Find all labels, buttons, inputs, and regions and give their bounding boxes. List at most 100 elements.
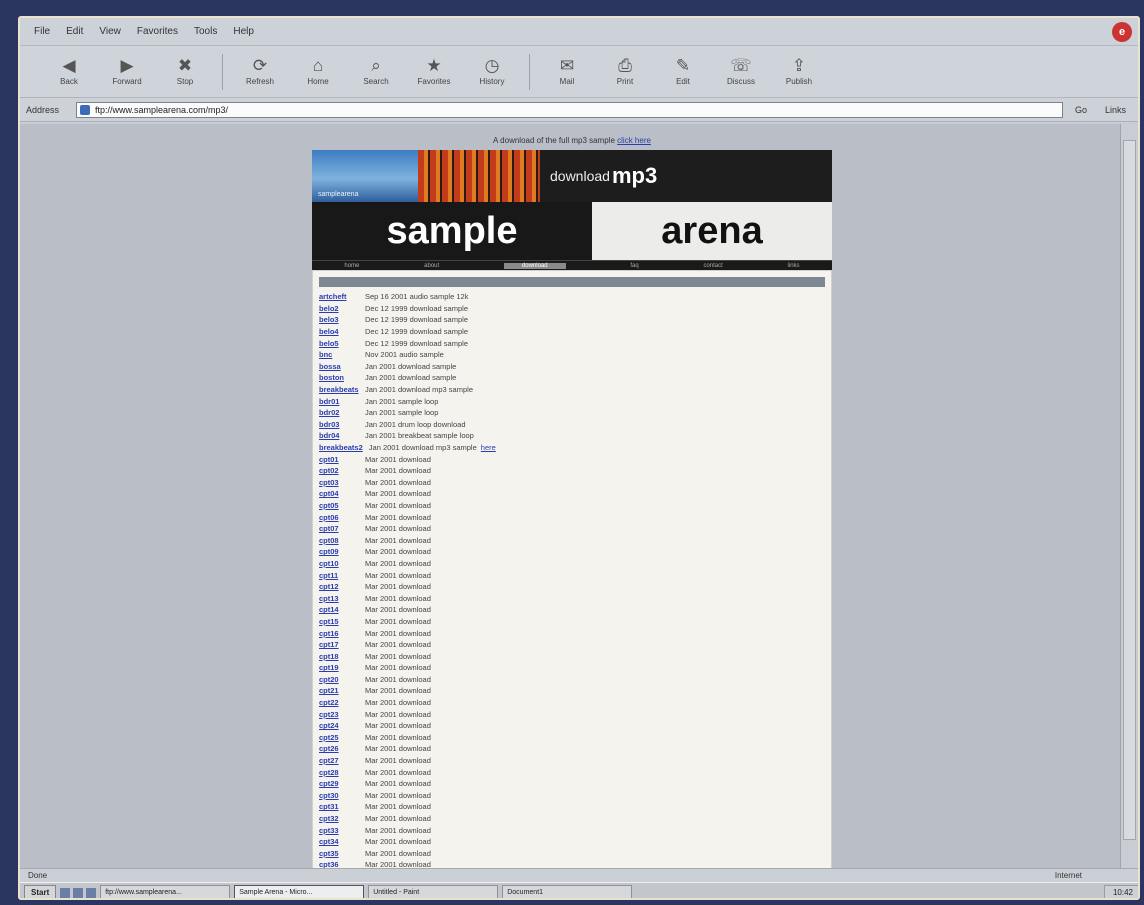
file-link[interactable]: breakbeats	[319, 384, 359, 395]
file-link[interactable]: belo3	[319, 314, 359, 325]
links-button[interactable]: Links	[1099, 105, 1132, 115]
start-button[interactable]: Start	[24, 884, 57, 898]
file-link[interactable]: cpt20	[319, 674, 359, 685]
file-link[interactable]: cpt05	[319, 500, 359, 511]
site-nav-item[interactable]: download	[503, 262, 566, 269]
file-link[interactable]: cpt19	[319, 662, 359, 673]
file-link[interactable]: cpt35	[319, 848, 359, 859]
back-button[interactable]: ◀ Back	[44, 50, 94, 94]
list-item: bdr04 Jan 2001 breakbeat sample loop	[319, 430, 825, 442]
site-nav-item[interactable]: links	[788, 263, 800, 269]
menu-view[interactable]: View	[99, 26, 121, 37]
file-link[interactable]: cpt30	[319, 790, 359, 801]
file-info: Jan 2001 sample loop	[365, 408, 439, 418]
file-link[interactable]: cpt10	[319, 558, 359, 569]
file-link[interactable]: cpt04	[319, 488, 359, 499]
menu-tools[interactable]: Tools	[194, 26, 217, 37]
publish-button[interactable]: ⇪ Publish	[774, 50, 824, 94]
file-info: Mar 2001 download	[365, 512, 431, 522]
file-link[interactable]: cpt29	[319, 778, 359, 789]
file-link[interactable]: cpt27	[319, 755, 359, 766]
file-link[interactable]: bdr02	[319, 407, 359, 418]
file-link[interactable]: cpt08	[319, 535, 359, 546]
file-link[interactable]: cpt22	[319, 697, 359, 708]
taskbar-task[interactable]: Sample Arena - Micro...	[234, 884, 365, 898]
file-link[interactable]: cpt33	[319, 825, 359, 836]
file-info: Mar 2001 download	[365, 605, 431, 615]
search-button[interactable]: ⌕ Search	[351, 50, 401, 94]
forward-button[interactable]: ▶ Forward	[102, 50, 152, 94]
waves-logo[interactable]: samplearena	[312, 150, 418, 202]
file-link[interactable]: cpt31	[319, 801, 359, 812]
quicklaunch-desktop-icon[interactable]	[60, 887, 71, 898]
windows-taskbar: Start ftp://www.samplearena... Sample Are…	[20, 882, 1138, 898]
menu-edit[interactable]: Edit	[66, 26, 83, 37]
stop-button[interactable]: ✖ Stop	[160, 50, 210, 94]
scrollbar-thumb[interactable]	[1123, 140, 1136, 840]
list-item: cpt14 Mar 2001 download	[319, 604, 825, 616]
file-link[interactable]: cpt09	[319, 546, 359, 557]
file-link[interactable]: cpt28	[319, 767, 359, 778]
quicklaunch-browser-icon[interactable]	[73, 887, 84, 898]
file-link[interactable]: cpt11	[319, 570, 359, 581]
file-link[interactable]: belo5	[319, 338, 359, 349]
mail-button[interactable]: ✉ Mail	[542, 50, 592, 94]
file-link[interactable]: cpt25	[319, 732, 359, 743]
menu-help[interactable]: Help	[233, 26, 254, 37]
file-link[interactable]: belo4	[319, 326, 359, 337]
file-link[interactable]: cpt12	[319, 581, 359, 592]
file-link[interactable]: cpt14	[319, 604, 359, 615]
edit-button[interactable]: ✎ Edit	[658, 50, 708, 94]
file-link[interactable]: cpt34	[319, 836, 359, 847]
file-link[interactable]: bdr04	[319, 430, 359, 441]
menu-favorites[interactable]: Favorites	[137, 26, 178, 37]
file-link[interactable]: breakbeats2	[319, 442, 363, 453]
file-link[interactable]: cpt02	[319, 465, 359, 476]
file-link[interactable]: artcheft	[319, 291, 359, 302]
refresh-button[interactable]: ⟳ Refresh	[235, 50, 285, 94]
taskbar-task[interactable]: ftp://www.samplearena...	[100, 884, 231, 898]
file-link[interactable]: bnc	[319, 349, 359, 360]
address-input[interactable]: ftp://www.samplearena.com/mp3/	[76, 101, 1063, 118]
menu-file[interactable]: File	[34, 26, 50, 37]
file-link[interactable]: bdr01	[319, 396, 359, 407]
file-link[interactable]: cpt01	[319, 454, 359, 465]
taskbar-task[interactable]: Untitled - Paint	[368, 884, 499, 898]
top-note-link[interactable]: click here	[617, 136, 651, 145]
file-link[interactable]: cpt13	[319, 593, 359, 604]
discuss-button[interactable]: ☏ Discuss	[716, 50, 766, 94]
file-link[interactable]: cpt26	[319, 743, 359, 754]
quicklaunch-mail-icon[interactable]	[86, 887, 97, 898]
file-link[interactable]: bdr03	[319, 419, 359, 430]
site-nav-item[interactable]: about	[424, 263, 439, 269]
file-link[interactable]: cpt17	[319, 639, 359, 650]
home-button[interactable]: ⌂ Home	[293, 50, 343, 94]
file-link[interactable]: cpt07	[319, 523, 359, 534]
file-link[interactable]: cpt24	[319, 720, 359, 731]
file-link[interactable]: cpt15	[319, 616, 359, 627]
file-info: Mar 2001 download	[365, 790, 431, 800]
file-info: Mar 2001 download	[365, 477, 431, 487]
history-button[interactable]: ◷ History	[467, 50, 517, 94]
list-item: cpt27 Mar 2001 download	[319, 755, 825, 767]
file-link[interactable]: cpt16	[319, 628, 359, 639]
file-link[interactable]: cpt03	[319, 477, 359, 488]
list-item: cpt23 Mar 2001 download	[319, 708, 825, 720]
file-extra-link[interactable]: here	[481, 442, 496, 453]
file-link[interactable]: cpt18	[319, 651, 359, 662]
file-link[interactable]: cpt21	[319, 685, 359, 696]
file-link[interactable]: cpt32	[319, 813, 359, 824]
site-nav-item[interactable]: home	[344, 263, 359, 269]
site-nav-item[interactable]: contact	[703, 263, 722, 269]
print-button[interactable]: ⎙ Print	[600, 50, 650, 94]
favorites-button[interactable]: ★ Favorites	[409, 50, 459, 94]
go-button[interactable]: Go	[1069, 105, 1093, 115]
file-link[interactable]: cpt23	[319, 709, 359, 720]
file-link[interactable]: cpt06	[319, 512, 359, 523]
file-link[interactable]: boston	[319, 372, 359, 383]
vertical-scrollbar[interactable]	[1120, 124, 1138, 868]
file-link[interactable]: bossa	[319, 361, 359, 372]
site-nav-item[interactable]: faq	[630, 263, 638, 269]
taskbar-task[interactable]: Document1	[502, 884, 633, 898]
file-link[interactable]: belo2	[319, 303, 359, 314]
